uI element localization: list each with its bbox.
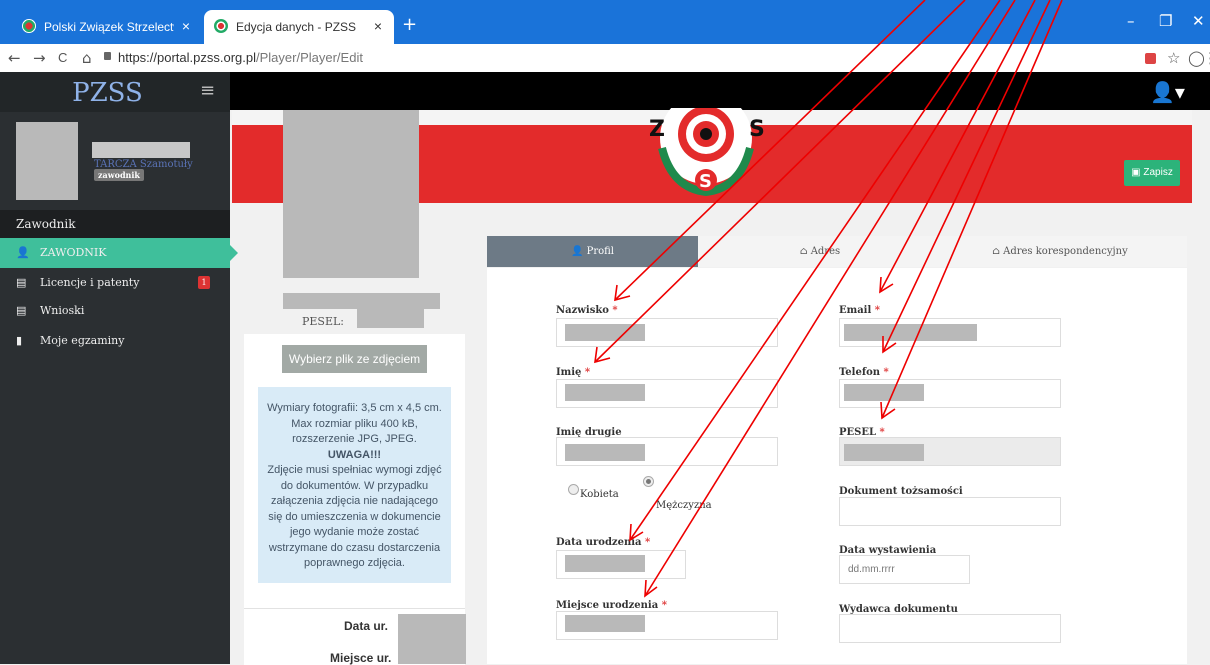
annotation-arrows [594, 0, 1063, 598]
annotation-arrow [614, 0, 926, 301]
annotation-arrow [594, 0, 966, 363]
annotation-arrow [629, 0, 1001, 541]
annotation-arrow [881, 0, 1063, 419]
annotation-arrow [644, 0, 1016, 597]
annotation-arrow [882, 0, 1051, 353]
annotation-arrow [879, 0, 1036, 293]
